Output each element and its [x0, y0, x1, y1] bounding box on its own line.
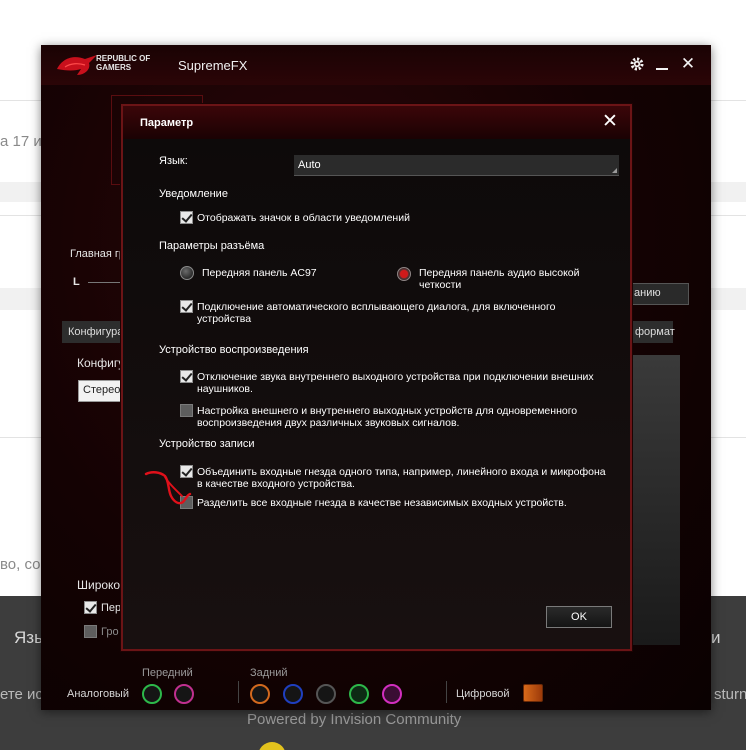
channel-label: L [73, 276, 80, 288]
ok-button[interactable]: OK [546, 606, 612, 628]
combine-inputs-label: Объединить входные гнезда одного типа, н… [197, 466, 606, 490]
dual-output-line1: Настройка внешнего и внутреннего выходны… [197, 405, 578, 417]
radio-hd-line2: четкости [419, 279, 462, 291]
jack-separator [446, 681, 447, 703]
dialog-title: Параметр [140, 117, 194, 129]
mute-internal-label: Отключение звука внутреннего выходного у… [197, 371, 594, 395]
front-jack-green[interactable] [142, 684, 162, 704]
main-group-label: Главная гр [70, 248, 126, 260]
app-title: SupremeFX [178, 58, 248, 73]
tab-format[interactable]: формат [629, 321, 675, 343]
wide-label: Широко [77, 578, 121, 592]
digital-label: Цифровой [456, 688, 510, 700]
auto-popup-checkbox[interactable] [180, 300, 193, 313]
mute-internal-line1: Отключение звука внутреннего выходного у… [197, 371, 594, 383]
volume-slider-track[interactable] [88, 282, 122, 283]
rear-label: Задний [250, 667, 288, 679]
close-icon[interactable]: ✕ [678, 54, 698, 74]
combine-inputs-checkbox[interactable] [180, 465, 193, 478]
front-label: Передний [142, 667, 193, 679]
notification-option-label: Отображать значок в области уведомлений [197, 212, 410, 224]
rog-logo-text: REPUBLIC OF GAMERS [96, 54, 150, 72]
rog-logo-line1: REPUBLIC OF [96, 54, 151, 63]
combine-inputs-line1: Объединить входные гнезда одного типа, н… [197, 466, 606, 478]
auto-popup-label: Подключение автоматического всплывающего… [197, 301, 555, 325]
footer-left-text: ете ис [0, 686, 43, 703]
language-select[interactable]: Auto [294, 155, 619, 176]
analog-label: Аналоговый [67, 688, 129, 700]
auto-popup-line2: устройства [197, 313, 252, 325]
wide-option2-checkbox[interactable] [84, 625, 97, 638]
rear-jack-pink[interactable] [382, 684, 402, 704]
radio-hd-audio[interactable] [397, 267, 411, 281]
app-titlebar: REPUBLIC OF GAMERS SupremeFX ✕ [41, 45, 711, 85]
radio-hd-audio-label: Передняя панель аудио высокой четкости [419, 267, 580, 291]
mute-internal-line2: наушников. [197, 383, 253, 395]
speaker-visual-panel [632, 355, 680, 645]
footer-right-text: sturn [714, 686, 746, 703]
playback-section-title: Устройство воспроизведения [159, 344, 309, 356]
mute-internal-checkbox[interactable] [180, 370, 193, 383]
rog-logo-icon [57, 55, 97, 75]
separate-inputs-label: Разделить все входные гнезда в качестве … [197, 497, 567, 509]
minimize-icon[interactable] [652, 54, 672, 74]
digital-output-icon[interactable] [523, 684, 543, 702]
dropdown-arrow-icon [612, 168, 617, 173]
rog-logo-line2: GAMERS [96, 63, 132, 72]
radio-ac97[interactable] [180, 266, 194, 280]
dialog-titlebar: Параметр ✕ [123, 106, 630, 139]
front-jack-pink[interactable] [174, 684, 194, 704]
wide-option1-checkbox[interactable] [84, 601, 97, 614]
radio-ac97-label: Передняя панель AC97 [202, 267, 317, 279]
dual-output-line2: воспроизведения двух различных звуковых … [197, 417, 460, 429]
speaker-config-select[interactable]: Стерео [78, 380, 122, 402]
gear-icon[interactable] [627, 54, 647, 74]
close-icon[interactable]: ✕ [599, 111, 621, 133]
auto-popup-line1: Подключение автоматического всплывающего… [197, 301, 556, 313]
separate-inputs-checkbox[interactable] [180, 496, 193, 509]
rear-jack-orange[interactable] [250, 684, 270, 704]
dual-output-label: Настройка внешнего и внутреннего выходны… [197, 405, 577, 429]
footer-avatar-partial [258, 742, 286, 750]
dual-output-checkbox[interactable] [180, 404, 193, 417]
rear-jack-green[interactable] [349, 684, 369, 704]
radio-hd-line1: Передняя панель аудио высокой [419, 267, 580, 279]
dialog-body: Язык: Auto Уведомление Отображать значок… [123, 139, 630, 649]
footer-right-label: и [711, 628, 721, 647]
connector-section-title: Параметры разъёма [159, 240, 265, 252]
language-select-value: Auto [298, 159, 321, 171]
rear-jack-black[interactable] [316, 684, 336, 704]
settings-dialog: Параметр ✕ Язык: Auto Уведомление Отобра… [121, 104, 632, 651]
language-label: Язык: [159, 155, 188, 167]
combine-inputs-line2: в качестве входного устройства. [197, 478, 355, 490]
wide-option2-label: Гро [101, 626, 119, 638]
notification-section-title: Уведомление [159, 188, 228, 200]
tab-configuration[interactable]: Конфигура [62, 321, 123, 343]
recording-section-title: Устройство записи [159, 438, 255, 450]
page-text-snippet: во, со [0, 556, 41, 573]
config-label: Конфигу [77, 356, 125, 370]
powered-by-link[interactable]: Powered by Invision Community [247, 711, 461, 728]
notification-checkbox[interactable] [180, 211, 193, 224]
rear-jack-blue[interactable] [283, 684, 303, 704]
jack-separator [238, 681, 239, 703]
page-text-snippet: а 17 и [0, 133, 42, 150]
default-device-select[interactable]: анию [629, 283, 689, 305]
